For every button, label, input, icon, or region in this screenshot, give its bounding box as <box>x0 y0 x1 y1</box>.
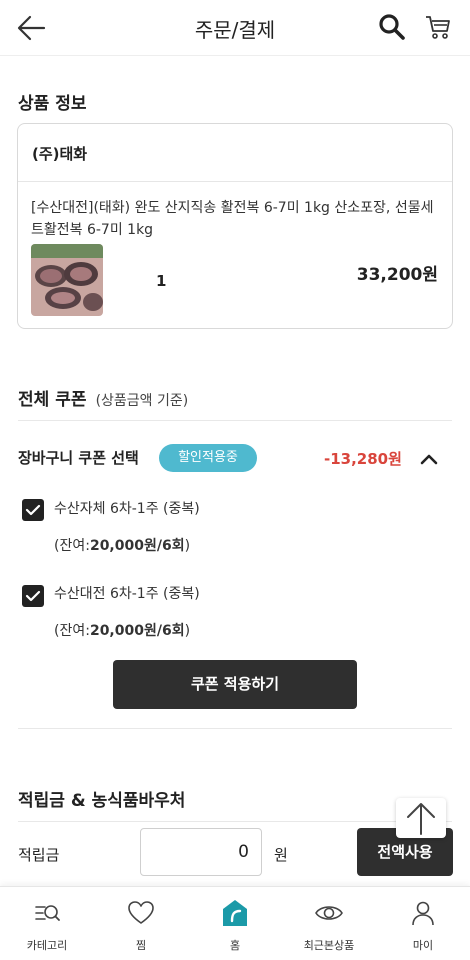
product-name: [수산대전](태화) 완도 산지직송 활전복 6-7미 1kg 산소포장, 선물… <box>31 200 434 238</box>
points-section-title: 적립금 & 농식품바우처 <box>18 791 186 811</box>
tab-category[interactable]: 카테고리 <box>0 887 94 960</box>
product-card: (주)태화 [수산대전](태화) 완도 산지직송 활전복 6-7미 1kg 산소… <box>17 123 453 329</box>
tab-label: 마이 <box>412 939 434 952</box>
coupon-discount-amount: -13,280원 <box>324 450 402 468</box>
check-icon <box>25 504 41 516</box>
top-app-bar: 주문/결제 <box>0 0 470 56</box>
points-input[interactable]: 0 <box>140 828 262 876</box>
eye-icon <box>315 906 343 920</box>
search-icon[interactable] <box>377 12 407 42</box>
category-search-icon <box>35 905 60 921</box>
points-label: 적립금 <box>18 846 60 864</box>
product-section-title: 상품 정보 <box>18 94 87 114</box>
coupon-checkbox[interactable] <box>22 499 44 521</box>
coupon-section-title: 전체 쿠폰 <box>18 390 87 410</box>
arrow-up-icon <box>407 803 435 835</box>
scroll-to-top-button[interactable] <box>396 798 446 838</box>
coupon-section-header: 전체 쿠폰 (상품금액 기준) <box>18 385 188 410</box>
tab-label: 홈 <box>229 939 241 952</box>
coupon-name: 수산자체 6차-1주 (중복) <box>54 501 200 517</box>
tab-label: 카테고리 <box>26 939 68 952</box>
tab-home[interactable]: 홈 <box>188 887 282 960</box>
cart-coupon-label[interactable]: 장바구니 쿠폰 선택 <box>18 447 139 468</box>
tab-wishlist[interactable]: 찜 <box>94 887 188 960</box>
person-icon <box>412 901 434 926</box>
cart-icon[interactable] <box>424 12 452 42</box>
home-icon <box>223 900 247 926</box>
tab-recent[interactable]: 최근본상품 <box>282 887 376 960</box>
points-unit: 원 <box>274 846 288 864</box>
product-thumbnail <box>31 244 103 316</box>
tab-label: 최근본상품 <box>303 939 355 952</box>
coupon-checkbox[interactable] <box>22 585 44 607</box>
heart-icon <box>128 901 154 924</box>
coupon-section-subtitle: (상품금액 기준) <box>95 393 189 409</box>
product-quantity: 1 <box>156 272 167 290</box>
coupon-balance: (잔여:20,000원/6회) <box>54 538 191 554</box>
tab-my[interactable]: 마이 <box>376 887 470 960</box>
chevron-up-icon[interactable] <box>418 448 440 470</box>
discount-applied-badge: 할인적용중 <box>159 444 257 472</box>
coupon-divider <box>18 420 452 421</box>
check-icon <box>25 590 41 602</box>
section-divider <box>18 728 452 729</box>
tab-label: 찜 <box>135 939 147 952</box>
card-divider <box>18 181 452 182</box>
apply-coupon-button[interactable]: 쿠폰 적용하기 <box>113 660 357 709</box>
bottom-tab-bar: 카테고리 찜 홈 최근본상품 마이 <box>0 886 470 960</box>
points-divider <box>18 821 452 822</box>
product-price: 33,200원 <box>356 265 438 285</box>
seller-name: (주)태화 <box>32 145 88 163</box>
coupon-name: 수산대전 6차-1주 (중복) <box>54 586 200 602</box>
coupon-balance: (잔여:20,000원/6회) <box>54 623 191 639</box>
